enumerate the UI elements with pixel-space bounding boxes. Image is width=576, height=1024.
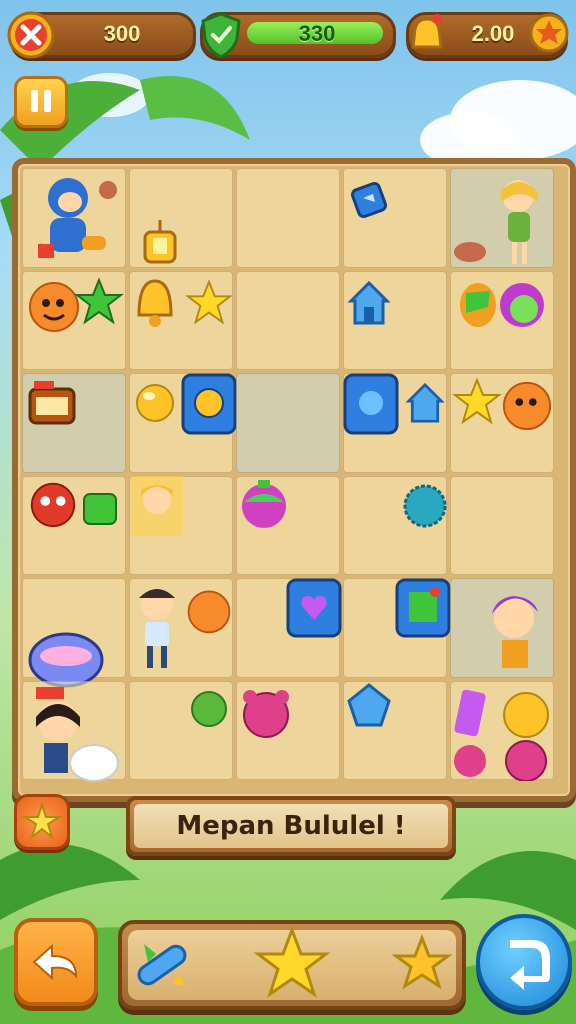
- board-cell[interactable]: [236, 475, 340, 575]
- green-square-tile-icon: [395, 578, 451, 638]
- board-cell[interactable]: [450, 680, 554, 781]
- yellow-orb-icon: [136, 384, 174, 422]
- board-cell[interactable]: [236, 168, 340, 268]
- board-cell[interactable]: [129, 680, 233, 780]
- board-cell[interactable]: [343, 373, 447, 473]
- candy-stick-powerup-icon[interactable]: [130, 934, 194, 996]
- board-cell[interactable]: [343, 270, 447, 370]
- green-lime-icon: [191, 690, 227, 727]
- orange-blob-icon: [502, 381, 552, 431]
- big-star-powerup-icon[interactable]: [254, 926, 330, 1002]
- shield-value: 330: [298, 21, 336, 46]
- board-cell[interactable]: [129, 475, 233, 575]
- board-cell[interactable]: [450, 373, 554, 473]
- close-icon[interactable]: [7, 11, 55, 59]
- board-cell[interactable]: [236, 680, 340, 780]
- board-cell[interactable]: [236, 578, 342, 678]
- pause-icon: [31, 90, 51, 112]
- board-cell[interactable]: [343, 680, 447, 780]
- back-button[interactable]: [14, 918, 98, 1006]
- board-cell[interactable]: [343, 168, 447, 268]
- green-star-icon: [74, 276, 124, 324]
- board-cell[interactable]: [450, 270, 554, 370]
- green-block-icon: [83, 492, 117, 525]
- board-cell[interactable]: [22, 475, 126, 575]
- beach-ball-icon: [242, 479, 286, 528]
- board-cell[interactable]: [450, 168, 554, 268]
- blue-circle-tile-icon: [343, 373, 399, 435]
- board-cell[interactable]: [22, 680, 126, 782]
- candy-pieces-icon: [454, 689, 549, 781]
- banner-text: Mepan Bululel !: [134, 804, 448, 848]
- powerup-bar: [118, 920, 466, 1010]
- purple-hair-girl-icon: [492, 596, 538, 668]
- board-cell[interactable]: [236, 270, 340, 370]
- shield-icon: [201, 12, 241, 59]
- bell-icon: [411, 14, 443, 49]
- redo-arrow-icon: [510, 940, 550, 990]
- parrot-and-beetle-icon: [460, 282, 544, 327]
- girl-walking-dog-icon: [454, 180, 538, 264]
- board-cell[interactable]: [343, 578, 451, 678]
- bottle-cap-icon: [403, 484, 447, 527]
- board-cell[interactable]: [22, 578, 126, 688]
- board-cell[interactable]: [450, 578, 554, 678]
- board-cell[interactable]: [129, 168, 233, 268]
- yellow-star-icon: [452, 377, 502, 425]
- coins-value: 2.00: [471, 21, 515, 46]
- pink-bear-icon: [243, 689, 289, 738]
- star-badge-icon[interactable]: [529, 13, 569, 53]
- red-critter-icon: [30, 482, 76, 527]
- coins-counter: 2.00: [406, 12, 569, 58]
- ninja-character-icon: [38, 178, 117, 258]
- blonde-kid-icon: [131, 475, 183, 536]
- blue-gem-icon: [350, 181, 388, 219]
- board-cell[interactable]: [22, 168, 126, 268]
- shield-meter: 330: [200, 12, 396, 59]
- board-cell[interactable]: [129, 373, 237, 473]
- star-burst-icon: [21, 801, 63, 840]
- hint-button[interactable]: [14, 794, 70, 850]
- redo-button[interactable]: [476, 914, 572, 1010]
- lives-value: 300: [103, 21, 141, 46]
- board-cell[interactable]: [343, 475, 447, 575]
- yellow-star-icon: [185, 278, 233, 325]
- board-cell[interactable]: [22, 373, 126, 473]
- message-banner: Mepan Bululel !: [126, 796, 456, 856]
- blue-shield-tile-icon: [181, 373, 237, 435]
- purple-heart-tile-icon: [286, 578, 342, 638]
- board-cell[interactable]: [236, 373, 340, 473]
- house-icon: [347, 280, 391, 324]
- lives-counter: 300: [7, 11, 196, 59]
- orange-blob-icon: [187, 590, 231, 634]
- pause-button[interactable]: [14, 76, 68, 128]
- radio-box-icon: [28, 381, 76, 425]
- girl-with-cat-icon: [36, 686, 119, 782]
- board-grid: [22, 168, 554, 782]
- back-arrow-icon: [32, 943, 78, 981]
- small-star-powerup-icon[interactable]: [392, 934, 452, 994]
- game-board: [12, 158, 576, 802]
- house-icon: [405, 382, 445, 423]
- cat-girl-icon: [139, 588, 175, 668]
- board-cell[interactable]: [22, 270, 126, 370]
- yellow-bell-icon: [137, 278, 173, 327]
- rainbow-orb-icon: [28, 632, 104, 688]
- lantern-icon: [143, 220, 177, 264]
- board-cell[interactable]: [450, 475, 554, 575]
- board-cell[interactable]: [129, 270, 233, 370]
- board-cell[interactable]: [129, 578, 233, 678]
- blue-crystal-icon: [347, 682, 391, 726]
